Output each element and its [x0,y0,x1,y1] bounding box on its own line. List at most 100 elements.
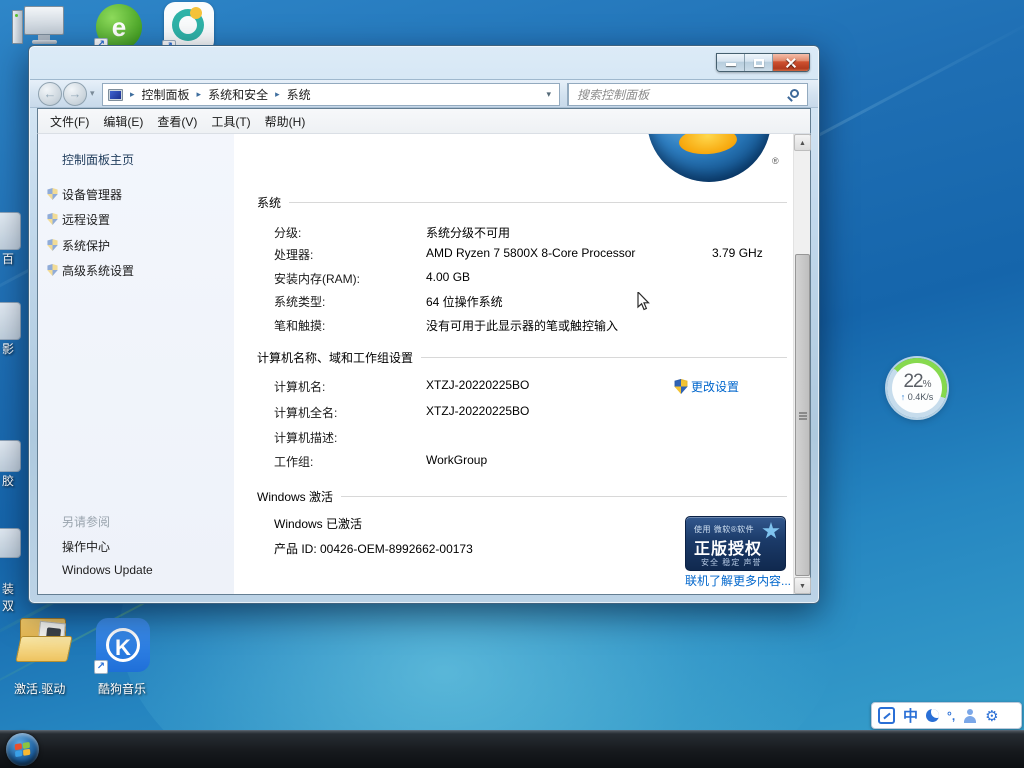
row-system-type: 系统类型: 64 位操作系统 [274,293,797,309]
sidebar-item-home[interactable]: 控制面板主页 [62,151,134,168]
product-id: 产品 ID: 00426-OEM-8992662-00173 [274,540,473,557]
search-box [568,83,808,106]
windows-flag-segment [678,134,738,156]
speed-ball-widget[interactable]: 22% ↑ 0.4K/s [887,358,947,418]
ime-user-icon[interactable] [963,709,977,723]
menu-view[interactable]: 查看(V) [157,113,197,130]
computer-monitor-icon [24,6,64,35]
desktop-icon-partial[interactable] [0,302,21,340]
desktop-icon-label-fragment: 百 [2,250,14,267]
activation-status: Windows 已激活 [274,515,362,532]
ime-chinese-mode-icon[interactable]: 中 [903,705,918,726]
menu-bar: 文件(F) 编辑(E) 查看(V) 工具(T) 帮助(H) [37,108,811,134]
forward-icon: → [69,86,82,101]
desktop-icon-partial[interactable] [0,212,21,250]
badge-line1: 使用 微软®软件 [694,524,754,535]
sidebar-item-device-manager[interactable]: 设备管理器 [62,186,122,203]
desktop-icon-label-fragment: 影 [2,340,14,357]
chevron-right-icon: ▸ [190,89,209,100]
sidebar-item-windows-update[interactable]: Windows Update [62,563,153,577]
memory-percent: 22% [892,371,942,393]
ime-fullwidth-moon-icon[interactable] [926,709,939,722]
breadcrumb-system-security[interactable]: 系统和安全 [208,86,268,103]
menu-edit[interactable]: 编辑(E) [103,113,143,130]
section-header-activation: Windows 激活 [257,488,787,505]
desktop-icon-360browser[interactable]: e ↗ [96,4,142,50]
genuine-star-icon [762,522,780,540]
see-also-header: 另请参阅 [62,513,110,530]
breadcrumb-control-panel[interactable]: 控制面板 [142,86,190,103]
row-label: 工作组: [274,455,313,469]
desktop-icon-label-fragment: 装 [2,580,14,597]
genuine-microsoft-badge[interactable]: 使用 微软®软件 正版授权 安全 稳定 声誉 [685,516,786,571]
processor-speed: 3.79 GHz [712,246,763,260]
row-memory: 安装内存(RAM): 4.00 GB [274,270,797,286]
address-dropdown-icon[interactable]: ▾ [546,89,559,100]
search-input[interactable] [575,85,775,104]
back-icon: ← [44,86,57,101]
section-title: Windows 激活 [257,488,333,505]
minimize-icon [726,63,736,66]
ime-settings-gear-icon[interactable]: ⚙ [985,707,998,725]
chevron-right-icon: ▸ [268,89,287,100]
sidebar-item-remote-settings[interactable]: 远程设置 [62,211,110,228]
rating-unavailable-link[interactable]: 系统分级不可用 [426,224,510,241]
navigation-bar: ← → ▾ ▸ 控制面板 ▸ 系统和安全 ▸ 系统 ▾ ↻ [30,79,818,108]
maximize-button[interactable] [745,54,773,71]
close-button[interactable] [773,54,809,71]
mouse-cursor [637,292,651,317]
desktop-icon-label: 激活.驱动 [14,680,65,697]
history-dropdown-icon[interactable]: ▾ [90,88,95,99]
processor-value: AMD Ryzen 7 5800X 8-Core Processor [426,246,635,260]
row-workgroup: 工作组: WorkGroup [274,453,797,469]
row-label: 计算机名: [274,380,325,394]
ime-punctuation-icon[interactable]: °, [947,709,955,723]
section-divider [341,496,787,497]
desktop-icon-computer[interactable] [12,6,67,46]
maximize-icon [754,59,764,67]
system-type-value: 64 位操作系统 [426,293,503,310]
minimize-button[interactable] [717,54,745,71]
menu-tools[interactable]: 工具(T) [211,113,250,130]
window-client-area: 控制面板主页 设备管理器 远程设置 系统保护 高级系统设置 另请参阅 操作中心 … [37,134,811,595]
learn-more-online-link[interactable]: 联机了解更多内容... [685,572,791,589]
system-mini-icon [108,89,123,101]
forward-button[interactable]: → [63,82,87,106]
uac-shield-icon [674,379,688,394]
back-button[interactable]: ← [38,82,62,106]
vertical-scrollbar[interactable]: ▲ ▼ [793,134,810,594]
scrollbar-thumb[interactable] [795,254,810,576]
desktop-icon-partial[interactable] [0,440,21,472]
sidebar-item-system-protection[interactable]: 系统保护 [62,237,110,254]
main-content: ® 系统 分级: 系统分级不可用 处理器: AMD Ryzen 7 5800X … [234,134,797,594]
scroll-up-button[interactable]: ▲ [794,134,811,151]
computer-name-value: XTZJ-20220225BO [426,378,529,392]
windows-logo-orb [647,134,771,182]
scroll-down-button[interactable]: ▼ [794,577,811,594]
row-computer-description: 计算机描述: [274,429,797,445]
menu-help[interactable]: 帮助(H) [265,113,306,130]
row-rating: 分级: 系统分级不可用 [274,224,797,240]
sidebar-item-advanced-settings[interactable]: 高级系统设置 [62,262,134,279]
row-full-computer-name: 计算机全名: XTZJ-20220225BO [274,404,797,420]
registered-mark: ® [772,156,779,166]
breadcrumb-system[interactable]: 系统 [287,86,311,103]
pen-touch-value: 没有可用于此显示器的笔或触控输入 [426,317,618,334]
desktop-icon-partial[interactable] [0,528,21,558]
desktop-icon-activation-folder[interactable] [16,616,80,676]
row-processor: 处理器: AMD Ryzen 7 5800X 8-Core Processor … [274,246,797,262]
change-settings-link[interactable]: 更改设置 [691,378,739,395]
speed-ball-face: 22% ↑ 0.4K/s [892,363,942,413]
scroll-up-icon: ▲ [799,140,806,147]
row-label: 笔和触摸: [274,319,325,333]
browser-e-icon: e [112,12,126,43]
sidebar-item-action-center[interactable]: 操作中心 [62,538,110,555]
ime-logo-icon[interactable] [878,707,895,724]
desktop-icon-label: 酷狗音乐 [98,680,146,697]
shortcut-arrow-icon: ↗ [94,660,108,674]
address-breadcrumb-bar[interactable]: ▸ 控制面板 ▸ 系统和安全 ▸ 系统 ▾ [102,83,560,106]
menu-file[interactable]: 文件(F) [50,113,89,130]
uac-shield-icon [47,188,58,200]
start-button[interactable] [6,733,39,766]
desktop-icon-kugou[interactable]: K ↗ [96,618,150,672]
